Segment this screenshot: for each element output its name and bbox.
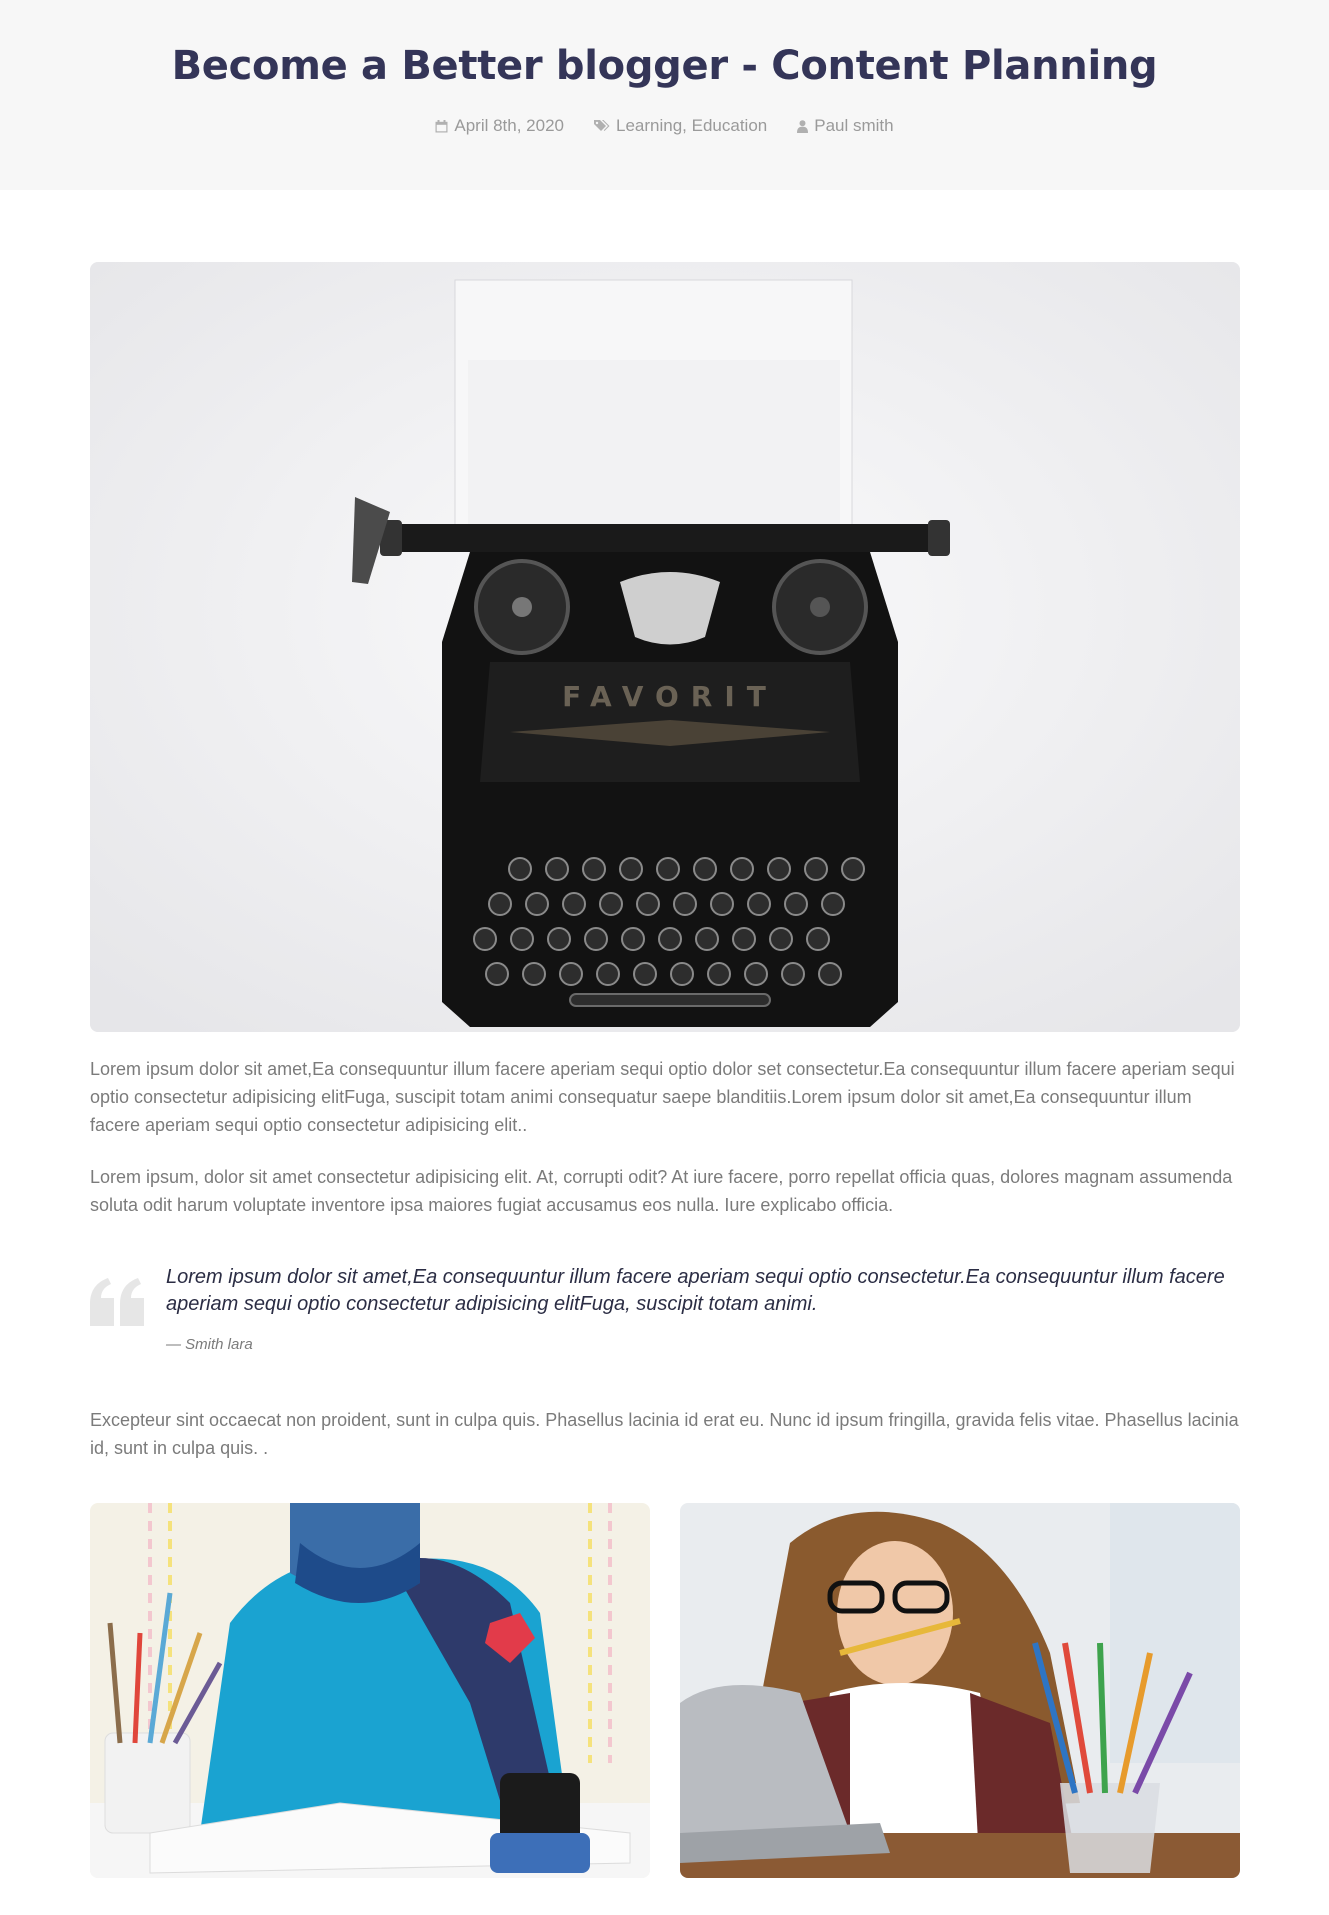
- post-date: April 8th, 2020: [454, 116, 565, 135]
- post-header: Become a Better blogger - Content Planni…: [0, 0, 1329, 190]
- post-title: Become a Better blogger - Content Planni…: [171, 43, 1158, 89]
- quote-icon: [90, 1278, 144, 1326]
- feature-image: FAVORIT: [90, 262, 1240, 1032]
- post-categories[interactable]: Learning, Education: [616, 116, 767, 136]
- blockquote-text: Lorem ipsum dolor sit amet,Ea consequunt…: [166, 1266, 1225, 1315]
- gallery-image-right: [680, 1503, 1240, 1878]
- typewriter-brand: FAVORIT: [562, 680, 778, 713]
- user-icon: [797, 119, 809, 133]
- body-paragraph-2: Lorem ipsum, dolor sit amet consectetur …: [90, 1167, 1233, 1215]
- calendar-icon: [435, 119, 448, 132]
- body-paragraph-3: Excepteur sint occaecat non proident, su…: [90, 1410, 1239, 1458]
- meta-categories: Learning, Education: [594, 116, 767, 136]
- gallery-image-left: [90, 1503, 650, 1878]
- post-author[interactable]: Paul smith: [814, 116, 893, 136]
- meta-date: April 8th, 2020: [435, 116, 564, 136]
- body-paragraph-1: Lorem ipsum dolor sit amet,Ea consequunt…: [90, 1059, 1235, 1135]
- post-meta: April 8th, 2020 Learning, Education Paul…: [0, 116, 1329, 136]
- typewriter-photo: FAVORIT: [90, 262, 1240, 1032]
- woman-with-laptop-photo: [680, 1503, 1240, 1878]
- meta-author: Paul smith: [797, 116, 894, 136]
- blockquote-author: — Smith lara: [166, 1336, 253, 1353]
- tags-icon: [594, 119, 610, 131]
- person-drawing-photo: [90, 1503, 650, 1878]
